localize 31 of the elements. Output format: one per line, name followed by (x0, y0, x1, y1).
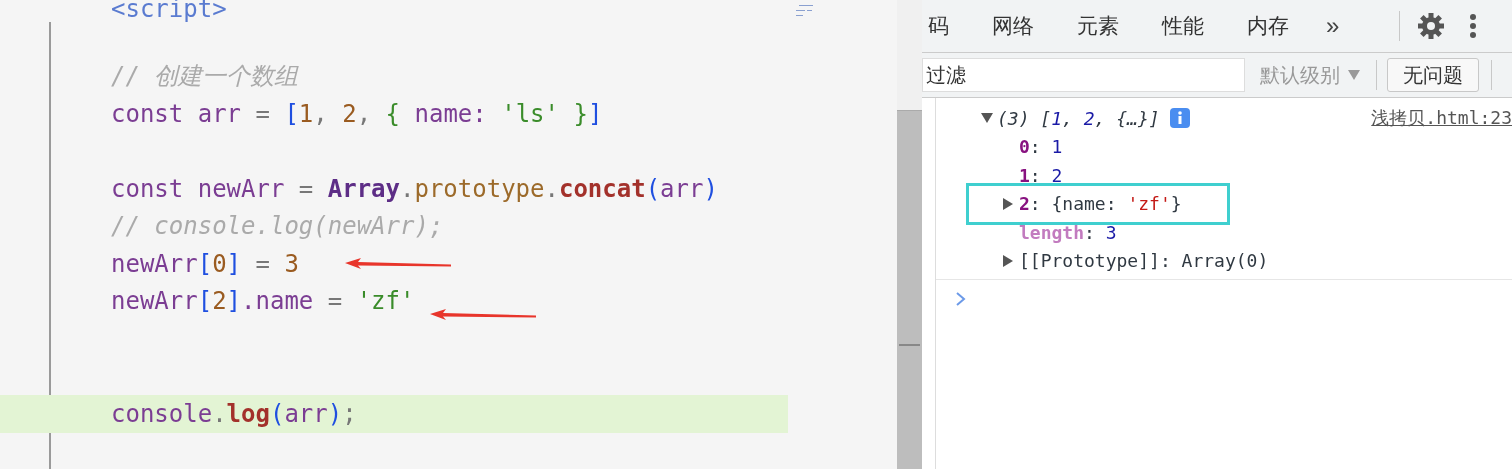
code-line: newArr[0] = 3 (111, 249, 299, 278)
filter-input[interactable]: 过滤 (922, 58, 1245, 92)
code-line: const arr = [1, 2, { name: 'ls' }] (111, 99, 603, 128)
source-link[interactable]: 浅拷贝.html:23 (1371, 106, 1512, 131)
property-line: length: 3 (1019, 221, 1117, 243)
devtools-tab[interactable]: 码 (928, 12, 949, 40)
property-line[interactable]: [[Prototype]]: Array(0) (1019, 250, 1269, 272)
more-tabs-button[interactable]: » (1326, 12, 1340, 40)
devtools-tab[interactable]: 内存 (1247, 12, 1289, 40)
caret-down-icon[interactable] (981, 113, 993, 124)
issues-button[interactable]: 无问题 (1387, 58, 1479, 92)
property-line[interactable]: 2: {name: 'zf'} (1019, 193, 1182, 215)
code-line: // console.log(newArr); (111, 212, 444, 241)
code-line: const newArr = Array.prototype.concat(arr) (111, 174, 718, 203)
array-summary[interactable]: (3) [1, 2, {…}] (997, 107, 1160, 129)
caret-right-icon[interactable] (1003, 197, 1013, 210)
scrollbar-thumb[interactable] (897, 110, 922, 469)
prompt-icon (956, 292, 966, 306)
devtools-tab[interactable]: 元素 (1077, 12, 1119, 40)
property-line: 1: 2 (1019, 164, 1063, 186)
code-line: // 创建一个数组 (111, 61, 299, 93)
code-line: console.log(arr); (111, 399, 357, 428)
code-line: newArr[2].name = 'zf' (111, 287, 415, 316)
property-line: 0: 1 (1019, 136, 1063, 158)
devtools-tab[interactable]: 性能 (1162, 12, 1204, 40)
info-icon[interactable] (1169, 108, 1190, 129)
more-options-icon[interactable] (1470, 14, 1477, 38)
devtools-tab[interactable]: 网络 (992, 12, 1034, 40)
dropdown-caret-icon (1348, 70, 1360, 80)
caret-right-icon[interactable] (1003, 254, 1013, 267)
settings-icon[interactable] (1418, 13, 1445, 39)
